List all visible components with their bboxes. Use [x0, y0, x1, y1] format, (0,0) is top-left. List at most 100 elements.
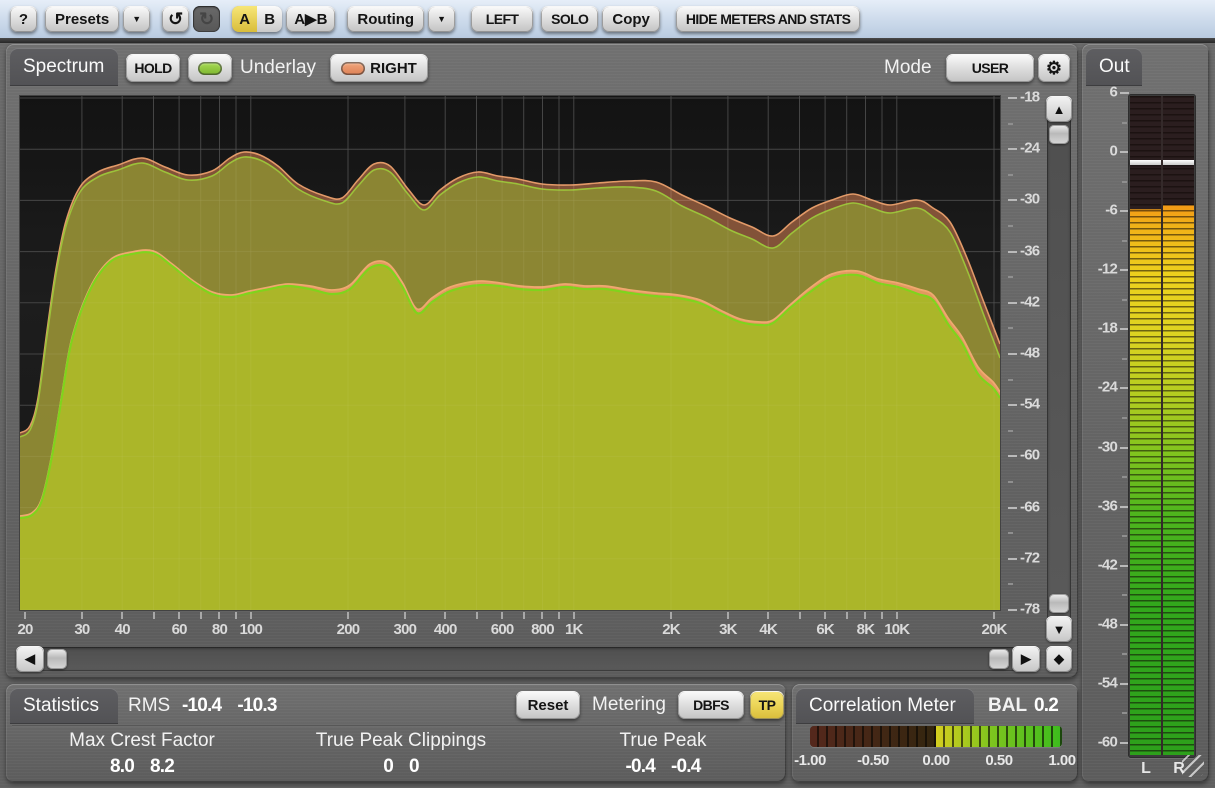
mode-select-button[interactable]: USER	[946, 54, 1034, 82]
freq-tick	[81, 612, 83, 619]
ab-b-button[interactable]: B	[257, 6, 282, 32]
spectrum-display[interactable]	[20, 96, 1000, 610]
freq-tick-label: 30	[74, 621, 89, 638]
out-tick-minor	[1122, 299, 1127, 301]
meter-column-right	[1163, 96, 1194, 755]
hide-meters-and-stats-button[interactable]: HIDE METERS AND STATS	[676, 6, 860, 32]
out-tick-label: -18	[1098, 320, 1117, 337]
underlay-label: Underlay	[240, 54, 316, 82]
meter-column-left	[1130, 96, 1161, 755]
freq-tick-label: 40	[115, 621, 130, 638]
scroll-right-button[interactable]: ▶	[1012, 646, 1040, 672]
tab-correlation-meter[interactable]: Correlation Meter	[796, 688, 974, 724]
a-to-b-copy-button[interactable]: A▶B	[286, 6, 335, 32]
db-tick-label: -18	[1020, 89, 1039, 106]
tab-spectrum[interactable]: Spectrum	[10, 48, 118, 86]
freq-tick	[993, 612, 995, 619]
out-tick-minor	[1122, 535, 1127, 537]
copy-button[interactable]: Copy	[602, 6, 660, 32]
freq-tick-label: 10K	[884, 621, 909, 638]
statistics-panel: Statistics RMS -10.4-10.3 Reset Metering…	[6, 684, 786, 782]
out-tick-label: -54	[1098, 675, 1117, 692]
right-underlay-button[interactable]: RIGHT	[330, 54, 428, 82]
presets-dropdown-button[interactable]: ▼	[123, 6, 150, 32]
right-underlay-label: RIGHT	[370, 60, 417, 77]
metering-label: Metering	[592, 691, 666, 719]
freq-tick-label: 300	[394, 621, 417, 638]
presets-button[interactable]: Presets	[45, 6, 119, 32]
out-tick-label: 6	[1109, 84, 1117, 101]
resize-grip[interactable]	[1182, 755, 1204, 777]
freq-tick-label: 8K	[857, 621, 875, 638]
zoom-reset-button[interactable]: ◆	[1046, 646, 1072, 672]
scroll-up-button[interactable]: ▲	[1046, 96, 1072, 122]
freq-tick	[200, 612, 202, 619]
right-arrow-icon: ▶	[1021, 651, 1031, 667]
db-tick	[1008, 199, 1017, 201]
freq-tick	[558, 612, 560, 619]
redo-icon: ↻	[199, 10, 214, 28]
horizontal-scrollbar-track[interactable]	[16, 647, 1040, 671]
redo-button[interactable]: ↻	[193, 6, 220, 32]
freq-tick-label: 100	[239, 621, 262, 638]
vertical-zoom-handle-top[interactable]	[1049, 125, 1069, 144]
metering-dbfs-button[interactable]: DBFS	[678, 691, 744, 719]
out-tick-label: -6	[1105, 202, 1117, 219]
hold-button[interactable]: HOLD	[126, 54, 180, 82]
db-tick-minor	[1008, 481, 1013, 483]
ab-a-button[interactable]: A	[232, 6, 257, 32]
db-tick	[1008, 404, 1017, 406]
out-tick-label: -60	[1098, 734, 1117, 751]
db-tick-minor	[1008, 276, 1013, 278]
mode-settings-button[interactable]: ⚙	[1038, 54, 1070, 82]
help-button[interactable]: ?	[10, 6, 37, 32]
tab-statistics[interactable]: Statistics	[10, 688, 118, 724]
routing-dropdown-button[interactable]: ▼	[428, 6, 455, 32]
horizontal-zoom-handle-right[interactable]	[989, 649, 1009, 669]
undo-button[interactable]: ↺	[162, 6, 189, 32]
solo-button[interactable]: SOLO	[541, 6, 598, 32]
horizontal-zoom-handle-left[interactable]	[47, 649, 67, 669]
scroll-down-button[interactable]: ▼	[1046, 616, 1072, 642]
correlation-scale-label: 1.00	[1048, 752, 1075, 769]
vertical-scrollbar-track[interactable]	[1047, 96, 1071, 642]
scroll-left-button[interactable]: ◀	[16, 646, 44, 672]
freq-tick	[767, 612, 769, 619]
freq-tick	[573, 612, 575, 619]
underlay-left-color-button[interactable]	[188, 54, 232, 82]
freq-tick	[670, 612, 672, 619]
up-arrow-icon: ▲	[1053, 102, 1066, 117]
left-channel-button[interactable]: LEFT	[471, 6, 533, 32]
out-level-meter[interactable]	[1128, 94, 1196, 758]
db-tick-label: -72	[1020, 549, 1039, 566]
span-plugin-window: ? Presets ▼ ↺ ↻ A B A▶B Routing ▼ LEFT S…	[0, 0, 1215, 788]
freq-tick-label: 2K	[662, 621, 680, 638]
out-tick-minor	[1122, 181, 1127, 183]
freq-tick	[24, 612, 26, 619]
toolbar: ? Presets ▼ ↺ ↻ A B A▶B Routing ▼ LEFT S…	[0, 0, 1215, 38]
metering-tp-button[interactable]: TP	[750, 691, 784, 719]
freq-tick-label: 200	[337, 621, 360, 638]
db-tick-label: -30	[1020, 191, 1039, 208]
rms-label: RMS	[128, 691, 170, 721]
freq-tick	[896, 612, 898, 619]
out-meter-scale: 60-6-12-18-24-30-36-42-48-54-60	[1086, 90, 1130, 766]
bal-value: 0.2	[1034, 695, 1058, 717]
freq-tick	[846, 612, 848, 619]
freq-tick	[235, 612, 237, 619]
freq-tick	[444, 612, 446, 619]
out-tick	[1120, 92, 1129, 94]
vertical-zoom-handle-bottom[interactable]	[1049, 594, 1069, 613]
out-tick-label: -12	[1098, 261, 1117, 278]
db-tick	[1008, 148, 1017, 150]
out-tick-label: -42	[1098, 556, 1117, 573]
routing-button[interactable]: Routing	[347, 6, 424, 32]
diamond-icon: ◆	[1054, 651, 1064, 667]
tab-out[interactable]: Out	[1086, 48, 1142, 86]
freq-tick-label: 80	[212, 621, 227, 638]
freq-tick	[501, 612, 503, 619]
freq-tick-label: 400	[434, 621, 457, 638]
reset-statistics-button[interactable]: Reset	[516, 691, 580, 719]
meter-segments-overlay	[1163, 96, 1194, 755]
mode-label: Mode	[884, 54, 932, 82]
